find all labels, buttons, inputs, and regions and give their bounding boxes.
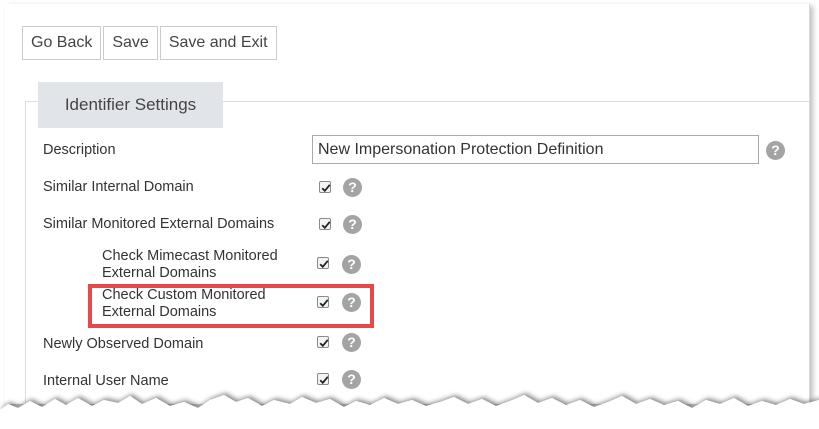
screenshot-frame: Go Back Save Save and Exit Identifier Se… [0, 0, 819, 429]
torn-edge-overlay [0, 395, 819, 429]
